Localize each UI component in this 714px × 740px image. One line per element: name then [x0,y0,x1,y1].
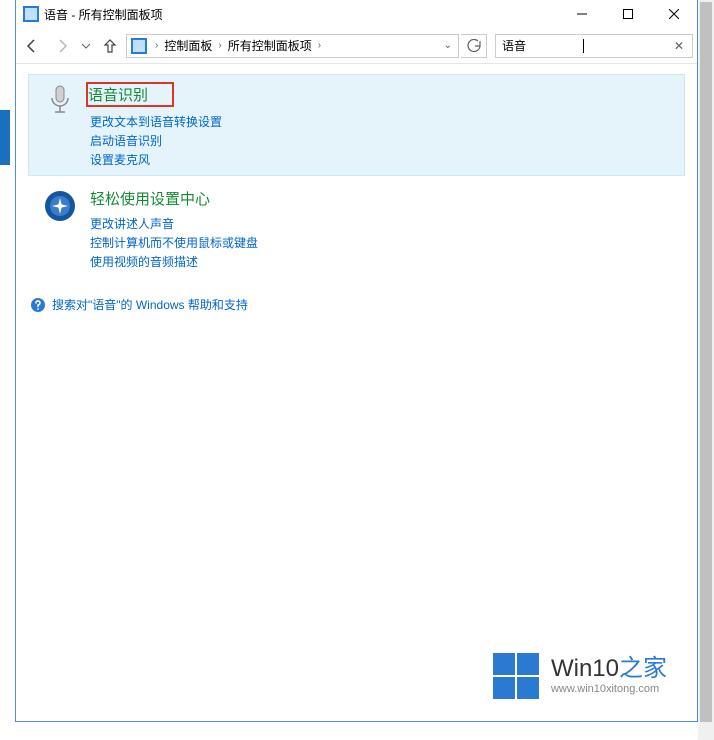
watermark: Win10之家 www.win10xitong.com [491,651,667,701]
chevron-right-icon[interactable]: › [314,40,325,51]
category-title-ease[interactable]: 轻松使用设置中心 [90,188,210,209]
watermark-title: Win10之家 [551,657,667,681]
search-input[interactable]: 语音 ✕ [495,34,693,58]
address-bar-icon [131,38,147,54]
control-panel-window: 语音 - 所有控制面板项 [15,0,698,722]
breadcrumb-control-panel[interactable]: 控制面板 [162,37,214,54]
window-title: 语音 - 所有控制面板项 [44,6,559,23]
address-bar[interactable]: › 控制面板 › 所有控制面板项 › ⌄ [126,34,459,58]
help-info-icon [30,297,46,313]
help-search-text[interactable]: 搜索对"语音"的 Windows 帮助和支持 [52,296,248,313]
maximize-button[interactable] [605,0,651,28]
breadcrumb-all-items[interactable]: 所有控制面板项 [226,37,314,54]
clear-search-icon[interactable]: ✕ [666,39,692,53]
ease-of-access-icon [42,188,78,224]
window-controls [559,0,697,28]
category-body: 语音识别 更改文本到语音转换设置 启动语音识别 设置麦克风 [90,80,679,170]
content-area: 语音识别 更改文本到语音转换设置 启动语音识别 设置麦克风 轻松使用设置中心 更… [16,64,697,721]
link-audio-description[interactable]: 使用视频的音频描述 [90,253,679,270]
link-change-tts-settings[interactable]: 更改文本到语音转换设置 [90,113,679,130]
chevron-right-icon[interactable]: › [151,40,162,51]
forward-button[interactable] [48,32,76,60]
watermark-url: www.win10xitong.com [551,683,667,695]
refresh-button[interactable] [461,34,487,58]
category-body: 轻松使用设置中心 更改讲述人声音 控制计算机而不使用鼠标或键盘 使用视频的音频描… [90,186,679,272]
recent-locations-dropdown[interactable] [78,32,94,60]
back-button[interactable] [18,32,46,60]
link-control-without-mouse[interactable]: 控制计算机而不使用鼠标或键盘 [90,234,679,251]
category-speech-recognition[interactable]: 语音识别 更改文本到语音转换设置 启动语音识别 设置麦克风 [28,74,685,176]
bottom-decorative-strip [0,722,698,740]
page-scrollbar[interactable] [698,0,714,740]
category-title-speech[interactable]: 语音识别 [86,82,174,107]
link-setup-microphone[interactable]: 设置麦克风 [90,151,679,168]
microphone-icon [42,82,78,118]
minimize-button[interactable] [559,0,605,28]
left-decorative-strip [0,0,15,722]
left-blue-accent [0,110,10,165]
window-app-icon [23,6,39,22]
help-search-row[interactable]: 搜索对"语音"的 Windows 帮助和支持 [28,296,685,313]
text-caret [583,39,584,53]
up-button[interactable] [96,32,124,60]
watermark-title-a: Win10 [551,655,619,682]
category-ease-of-access[interactable]: 轻松使用设置中心 更改讲述人声音 控制计算机而不使用鼠标或键盘 使用视频的音频描… [28,180,685,278]
titlebar: 语音 - 所有控制面板项 [16,0,697,28]
search-value: 语音 [496,37,583,54]
scrollbar-thumb[interactable] [700,2,712,722]
close-button[interactable] [651,0,697,28]
address-dropdown-icon[interactable]: ⌄ [438,40,458,51]
link-start-speech-recognition[interactable]: 启动语音识别 [90,132,679,149]
watermark-title-b: 之家 [619,655,667,682]
navigation-bar: › 控制面板 › 所有控制面板项 › ⌄ 语音 ✕ [16,28,697,64]
chevron-right-icon[interactable]: › [214,40,225,51]
windows-logo-icon [491,651,541,701]
link-change-narrator-voice[interactable]: 更改讲述人声音 [90,215,679,232]
